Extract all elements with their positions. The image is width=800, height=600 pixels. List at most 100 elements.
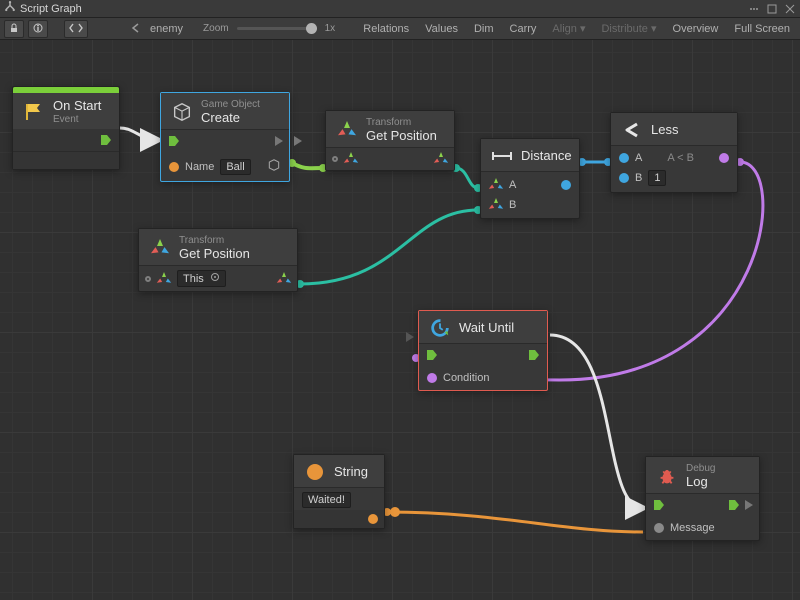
input-a-label: A — [635, 152, 642, 164]
breadcrumb-label[interactable]: enemy — [150, 23, 189, 35]
tab-values[interactable]: Values — [419, 23, 464, 35]
float-in-port-b[interactable] — [619, 173, 629, 183]
transform-icon — [149, 237, 171, 259]
tab-distribute: Distribute ▾ — [595, 22, 662, 35]
node-title: Less — [651, 123, 678, 138]
node-gameobject-create[interactable]: Game Object Create Name Ball — [160, 92, 290, 182]
node-wait-until[interactable]: Wait Until Condition — [418, 310, 548, 391]
node-title: Log — [686, 475, 715, 490]
tab-dim[interactable]: Dim — [468, 23, 500, 35]
flag-icon — [23, 101, 45, 123]
graph-scope-button[interactable] — [64, 20, 88, 38]
tab-relations[interactable]: Relations — [357, 23, 415, 35]
window-title: Script Graph — [20, 3, 82, 15]
node-string[interactable]: String Waited! — [293, 454, 385, 529]
brackets-icon — [69, 22, 83, 36]
window-close-icon[interactable] — [784, 3, 796, 15]
left-arrow-icon — [131, 22, 141, 36]
exec-out-tri[interactable] — [745, 500, 753, 510]
b-value-input[interactable]: 1 — [648, 170, 666, 186]
node-title: Get Position — [366, 129, 437, 144]
bool-out-port[interactable] — [719, 153, 729, 163]
float-out-port[interactable] — [561, 180, 571, 190]
input-b-label: B — [635, 172, 642, 184]
toolbar: enemy Zoom 1x Relations Values Dim Carry… — [0, 18, 800, 40]
tab-overview[interactable]: Overview — [667, 23, 725, 35]
node-category: Transform — [179, 235, 250, 247]
name-input[interactable]: Ball — [220, 159, 250, 175]
node-title: Wait Until — [459, 321, 514, 336]
window-titlebar: Script Graph — [0, 0, 800, 18]
string-out-port[interactable] — [368, 514, 378, 524]
bug-icon — [656, 465, 678, 487]
info-button[interactable] — [28, 20, 48, 38]
vector3-in-port-b[interactable] — [489, 198, 503, 212]
target-dropdown[interactable]: This — [177, 270, 226, 287]
condition-label: Condition — [443, 372, 489, 384]
input-label: Name — [185, 161, 214, 173]
vector3-out-port[interactable] — [277, 272, 291, 286]
exec-out-port[interactable] — [275, 136, 283, 146]
zoom-handle[interactable] — [306, 23, 317, 34]
node-debug-log[interactable]: Debug Log Message — [645, 456, 760, 541]
zoom-slider[interactable] — [237, 27, 317, 30]
node-title: On Start — [53, 99, 101, 114]
gameobject-out-port[interactable] — [267, 158, 281, 175]
cube-icon — [171, 101, 193, 123]
node-title: Get Position — [179, 247, 250, 262]
target-picker-icon — [210, 272, 220, 285]
exec-in-port[interactable] — [167, 134, 181, 148]
window-maximize-icon[interactable] — [766, 3, 778, 15]
target-in-port[interactable] — [332, 156, 338, 162]
vector3-out-port[interactable] — [434, 152, 448, 166]
node-distance[interactable]: Distance A B — [480, 138, 580, 219]
less-than-icon — [621, 119, 643, 141]
lock-icon — [9, 22, 19, 36]
exec-connector-icon — [294, 136, 302, 146]
exec-connector-icon — [406, 332, 414, 342]
message-label: Message — [670, 522, 715, 534]
float-in-port-a[interactable] — [619, 153, 629, 163]
node-on-start[interactable]: On Start Event — [12, 86, 120, 170]
message-in-port[interactable] — [654, 523, 664, 533]
node-category: Game Object — [201, 99, 260, 111]
input-b-label: B — [509, 199, 516, 211]
info-icon — [33, 22, 43, 36]
graph-icon — [4, 1, 16, 16]
distance-icon — [491, 145, 513, 167]
breadcrumb-back-button[interactable] — [126, 20, 146, 38]
node-category: Transform — [366, 117, 437, 129]
node-get-position-b[interactable]: Transform Get Position This — [138, 228, 298, 292]
string-icon — [304, 461, 326, 483]
lock-button[interactable] — [4, 20, 24, 38]
target-in-port[interactable] — [145, 276, 151, 282]
input-a-label: A — [509, 179, 516, 191]
tab-align: Align ▾ — [546, 22, 591, 35]
tab-fullscreen[interactable]: Full Screen — [728, 23, 796, 35]
node-title: Distance — [521, 149, 572, 164]
vector3-in-port-a[interactable] — [489, 178, 503, 192]
node-category: Debug — [686, 463, 715, 475]
node-get-position-a[interactable]: Transform Get Position — [325, 110, 455, 171]
expr-label: A < B — [667, 152, 694, 164]
exec-out-port[interactable] — [99, 133, 113, 147]
transform-icon — [336, 119, 358, 141]
exec-in-port[interactable] — [652, 498, 666, 512]
transform-port-icon — [157, 272, 171, 286]
exec-out-port[interactable] — [727, 498, 741, 512]
exec-out-port[interactable] — [527, 348, 541, 362]
zoom-label: Zoom — [203, 23, 229, 34]
node-title: Create — [201, 111, 260, 126]
string-in-port[interactable] — [169, 162, 179, 172]
tab-carry[interactable]: Carry — [504, 23, 543, 35]
node-subtitle: Event — [53, 114, 101, 126]
node-less[interactable]: Less A A < B B 1 — [610, 112, 738, 193]
window-menu-icon[interactable] — [748, 3, 760, 15]
graph-canvas[interactable]: On Start Event Game Object Create — [0, 40, 800, 600]
zoom-value: 1x — [325, 23, 336, 34]
string-value-input[interactable]: Waited! — [302, 492, 351, 508]
exec-in-port[interactable] — [425, 348, 439, 362]
wait-icon — [429, 317, 451, 339]
bool-in-port[interactable] — [427, 373, 437, 383]
transform-port-icon — [344, 152, 358, 166]
